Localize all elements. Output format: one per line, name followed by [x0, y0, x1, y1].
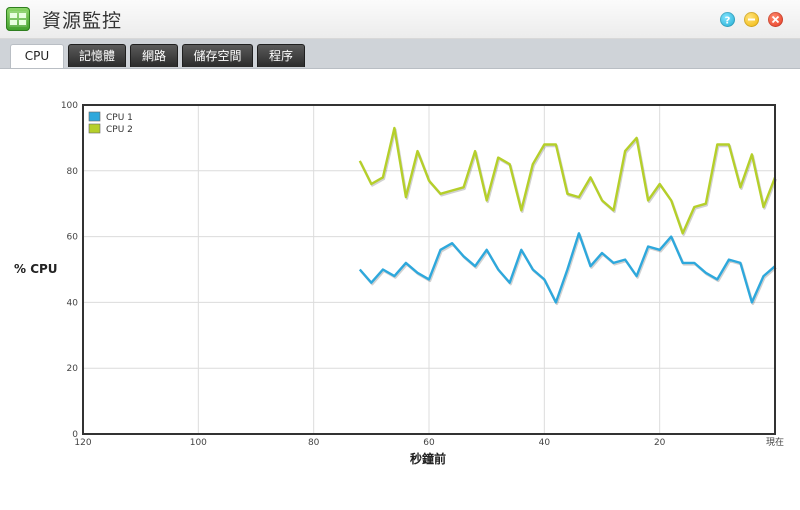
- cpu-usage-chart: 020406080100120 100 80 60 40 20 現在 CPU 1CPU 2 …: [14, 101, 784, 466]
- legend-swatch-cpu-1: [88, 111, 101, 122]
- x-tick-label: 40: [539, 438, 551, 448]
- x-tick-label: 100: [190, 438, 207, 448]
- legend-label-cpu-2: CPU 2: [106, 125, 133, 135]
- tab-storage[interactable]: 儲存空間: [182, 44, 253, 67]
- help-icon: ?: [725, 16, 731, 27]
- resource-monitor-window: 資源監控 ? CPU 記憶體 網路 儲存空間 程序 020406080: [0, 0, 800, 510]
- resource-monitor-app-icon: [6, 7, 30, 31]
- x-tick-label: 60: [423, 438, 435, 448]
- tab-cpu[interactable]: CPU: [10, 44, 64, 68]
- legend-label-cpu-1: CPU 1: [106, 113, 133, 123]
- window-title: 資源監控: [42, 10, 123, 32]
- tab-memory[interactable]: 記憶體: [68, 44, 126, 67]
- svg-text:?: ?: [725, 16, 731, 27]
- y-tick-label: 60: [67, 233, 79, 243]
- x-tick-label: 現在: [766, 436, 784, 448]
- y-tick-label: 20: [67, 364, 79, 374]
- close-icon: [771, 15, 780, 24]
- x-tick-label: 20: [654, 438, 666, 448]
- x-tick-label: 80: [308, 438, 320, 448]
- help-button[interactable]: ?: [720, 12, 735, 27]
- series-line-cpu-1: [358, 232, 776, 304]
- tab-bar: CPU 記憶體 網路 儲存空間 程序: [0, 39, 800, 69]
- y-tick-label: 100: [61, 101, 78, 111]
- title-bar: 資源監控 ?: [0, 0, 800, 39]
- y-tick-label: 80: [67, 167, 79, 177]
- series-shadow-2: [359, 128, 778, 237]
- y-axis-label: % CPU: [14, 262, 58, 276]
- tab-processes[interactable]: 程序: [257, 44, 305, 67]
- cpu-panel: 0 20 40 60 80 100 120 100 80 60 40 20 現在 CPU 1 CPU 2 …: [0, 69, 800, 510]
- legend-swatch-cpu-2: [88, 123, 101, 134]
- tab-network[interactable]: 網路: [130, 44, 178, 67]
- y-tick-label: 40: [67, 298, 79, 308]
- minimize-button[interactable]: [744, 12, 759, 27]
- close-button[interactable]: [768, 12, 783, 27]
- x-tick-label: 120: [74, 438, 91, 448]
- x-axis-label: 秒鐘前: [410, 451, 446, 466]
- minimize-icon: [748, 18, 755, 21]
